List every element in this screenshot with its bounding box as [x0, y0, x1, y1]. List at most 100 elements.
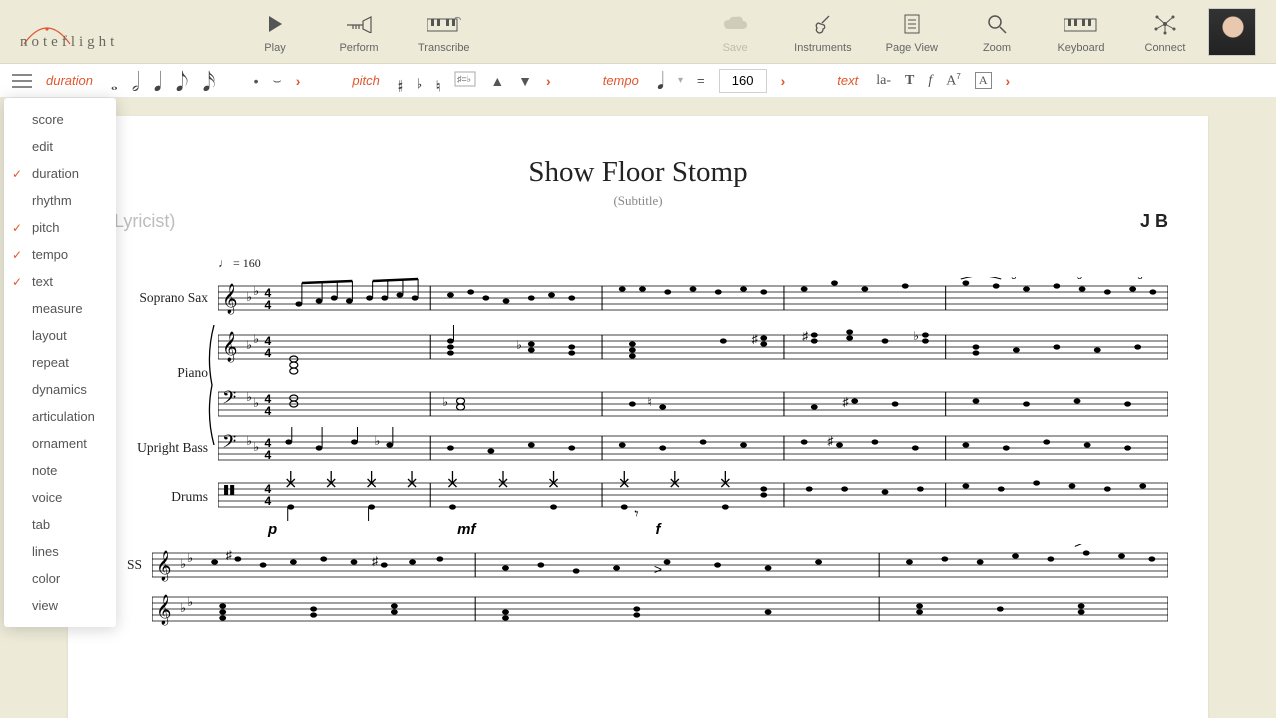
chevron-right-icon[interactable]: › — [296, 73, 301, 89]
svg-text:3: 3 — [1011, 277, 1016, 281]
whole-note-icon[interactable]: 𝅝 — [111, 78, 118, 91]
natural-icon[interactable]: ♮ — [436, 73, 440, 89]
section-tempo-label: tempo — [603, 73, 639, 88]
menu-item-dynamics[interactable]: ✓dynamics — [4, 376, 116, 403]
score-subtitle[interactable]: (Subtitle) — [108, 193, 1168, 209]
svg-text:♭: ♭ — [187, 551, 193, 565]
menu-item-voice[interactable]: ✓voice — [4, 484, 116, 511]
text-icon[interactable]: T — [905, 73, 914, 89]
svg-text:♯: ♯ — [802, 329, 808, 343]
svg-text:♯: ♯ — [843, 395, 849, 409]
menu-item-tempo[interactable]: ✓tempo — [4, 241, 116, 268]
lyricist-field[interactable]: (Lyricist) — [108, 211, 175, 232]
svg-text:♭: ♭ — [516, 338, 522, 352]
svg-text:4: 4 — [264, 494, 271, 508]
score-title[interactable]: Show Floor Stomp — [108, 156, 1168, 189]
play-button[interactable]: Play — [250, 10, 300, 54]
menu-item-lines[interactable]: ✓lines — [4, 538, 116, 565]
tempo-marking[interactable]: ♩ = 160 — [218, 256, 1168, 271]
menu-item-duration[interactable]: ✓duration — [4, 160, 116, 187]
beat-unit-icon[interactable]: 𝅘𝅥 — [657, 72, 664, 90]
menu-item-view[interactable]: ✓view — [4, 592, 116, 619]
octave-down-icon[interactable]: ▼ — [518, 73, 532, 89]
menu-item-measure[interactable]: ✓measure — [4, 295, 116, 322]
svg-text:♭: ♭ — [246, 434, 252, 448]
menu-item-ornament[interactable]: ✓ornament — [4, 430, 116, 457]
play-label: Play — [264, 42, 285, 54]
staff-soprano-sax[interactable]: Soprano Sax 𝄞♭♭ 44 333 — [108, 277, 1168, 319]
save-button[interactable]: Save — [710, 10, 760, 54]
connect-button[interactable]: Connect — [1140, 10, 1190, 54]
svg-text:♭: ♭ — [180, 557, 186, 571]
svg-text:♯: ♯ — [752, 332, 758, 346]
chevron-right-icon[interactable]: › — [1006, 73, 1011, 89]
half-note-icon[interactable]: 𝅗𝅥 — [132, 71, 140, 91]
sixteenth-note-icon[interactable]: 𝅘𝅥𝅯 — [203, 71, 216, 91]
keyboard-button[interactable]: Keyboard — [1056, 10, 1106, 54]
system-2: SS 𝄞♭♭ ♯♯>> 𝄞♭♭ — [108, 544, 1168, 630]
menu-item-tab[interactable]: ✓tab — [4, 511, 116, 538]
staff-upright-bass[interactable]: Upright Bass 𝄢♭♭ 44 ♭♯ — [108, 427, 1168, 469]
eighth-note-icon[interactable]: 𝅘𝅥𝅮 — [176, 71, 189, 91]
menu-item-edit[interactable]: ✓edit — [4, 133, 116, 160]
staff-piano-line2[interactable]: 𝄞♭♭ — [108, 588, 1168, 630]
zoom-button[interactable]: Zoom — [972, 10, 1022, 54]
svg-text:♭: ♭ — [442, 395, 448, 409]
menu-item-layout[interactable]: ✓layout — [4, 322, 116, 349]
score-area: Show Floor Stomp (Subtitle) (Lyricist) J… — [0, 98, 1276, 718]
rehearsal-mark-icon[interactable]: A — [975, 72, 992, 89]
save-label: Save — [723, 42, 748, 54]
svg-text:3: 3 — [1138, 277, 1143, 281]
staff-piano-bass[interactable]: 𝄢♭♭ 44 ♭ ♮♯ — [108, 383, 1168, 425]
flat-icon[interactable]: ♭ — [417, 73, 422, 89]
chevron-right-icon[interactable]: › — [781, 73, 786, 89]
sharp-icon[interactable]: ♯ — [398, 73, 403, 89]
enharmonic-icon[interactable]: ♯=♭ — [454, 71, 476, 90]
section-duration-label: duration — [46, 73, 93, 88]
piano-keys-icon — [427, 10, 461, 38]
network-icon — [1153, 10, 1177, 38]
dynamic-f[interactable]: f — [656, 521, 661, 538]
pageview-label: Page View — [886, 42, 938, 54]
octave-up-icon[interactable]: ▲ — [490, 73, 504, 89]
perform-button[interactable]: Perform — [334, 10, 384, 54]
menu-item-repeat[interactable]: ✓repeat — [4, 349, 116, 376]
staff-ss-line2[interactable]: SS 𝄞♭♭ ♯♯>> — [108, 544, 1168, 586]
menu-item-color[interactable]: ✓color — [4, 565, 116, 592]
avatar[interactable] — [1208, 8, 1256, 56]
instrument-label: Soprano Sax — [108, 290, 218, 306]
tie-icon[interactable]: ⌣ — [273, 72, 282, 89]
score-page[interactable]: Show Floor Stomp (Subtitle) (Lyricist) J… — [68, 116, 1208, 718]
menu-item-pitch[interactable]: ✓pitch — [4, 214, 116, 241]
menu-item-note[interactable]: ✓note — [4, 457, 116, 484]
svg-text:♭: ♭ — [187, 595, 193, 609]
menu-item-articulation[interactable]: ✓articulation — [4, 403, 116, 430]
menu-item-text[interactable]: ✓text — [4, 268, 116, 295]
section-pitch-label: pitch — [352, 73, 379, 88]
menu-toggle-button[interactable] — [12, 74, 32, 88]
staff-drums[interactable]: Drums 44 — [108, 471, 1168, 523]
svg-text:𝄞: 𝄞 — [222, 283, 238, 315]
beat-unit-dropdown-icon[interactable]: ▾ — [678, 75, 683, 86]
lyric-icon[interactable]: la- — [876, 73, 891, 89]
transcribe-label: Transcribe — [418, 42, 470, 54]
pageview-button[interactable]: Page View — [886, 10, 938, 54]
svg-text:♭: ♭ — [246, 338, 252, 352]
dynamic-p[interactable]: p — [268, 521, 277, 538]
chord-symbol-icon[interactable]: A7 — [946, 72, 961, 90]
instrument-label: Drums — [108, 489, 218, 505]
composer-field[interactable]: J B — [1140, 211, 1168, 232]
instruments-button[interactable]: Instruments — [794, 10, 851, 54]
tempo-input[interactable] — [719, 69, 767, 93]
staff-piano-treble[interactable]: Piano 𝄞♭♭ 44 ♭♯♯♭ — [108, 321, 1168, 381]
chevron-right-icon[interactable]: › — [546, 73, 551, 89]
svg-text:♭: ♭ — [246, 390, 252, 404]
dynamic-mf[interactable]: mf — [457, 521, 475, 538]
quarter-note-icon[interactable]: 𝅘𝅥 — [154, 71, 162, 91]
dot-icon[interactable]: • — [254, 73, 259, 89]
svg-text:♭: ♭ — [180, 601, 186, 615]
menu-item-rhythm[interactable]: ✓rhythm — [4, 187, 116, 214]
menu-item-score[interactable]: ✓score — [4, 106, 116, 133]
dynamic-text-icon[interactable]: f — [928, 73, 932, 89]
transcribe-button[interactable]: Transcribe — [418, 10, 470, 54]
